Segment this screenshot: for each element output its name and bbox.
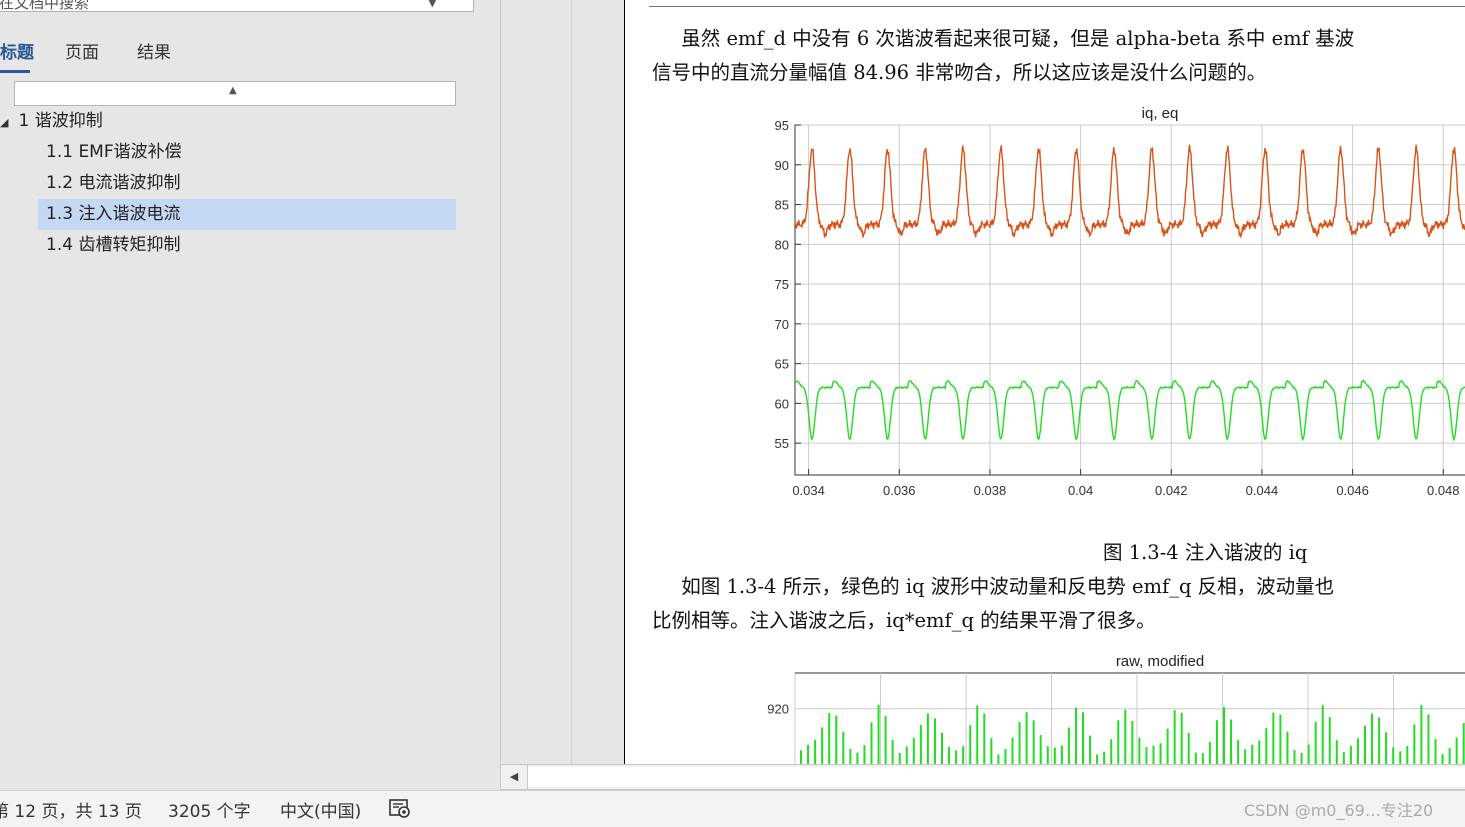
x-tick-label: 0.034	[792, 483, 825, 498]
y-tick-label: 65	[775, 357, 789, 372]
x-tick-label: 0.036	[883, 483, 916, 498]
raw-modified-chart: raw, modified920900	[767, 653, 1465, 764]
paragraph-line: 比例相等。注入谐波之后，iq*emf_q 的结果平滑了很多。	[652, 609, 1156, 632]
y-tick-label: 80	[775, 237, 789, 252]
watermark-text: CSDN @m0_69…专注20	[1244, 801, 1434, 820]
y-tick-label: 60	[775, 396, 789, 411]
tab-results[interactable]: 结果	[137, 38, 171, 63]
track-changes-icon[interactable]	[388, 796, 412, 820]
y-tick-label: 70	[775, 317, 789, 332]
y-tick-label: 95	[775, 118, 789, 133]
scrollbar-thumb[interactable]	[528, 767, 1465, 787]
word-count[interactable]: 3205 个字	[168, 797, 251, 822]
paragraph-1: 虽然 emf_d 中没有 6 次谐波看起来很可疑，但是 alpha-beta 系…	[652, 22, 1354, 90]
chart-title: iq, eq	[1142, 105, 1179, 122]
x-tick-label: 0.044	[1246, 483, 1279, 498]
status-bar: 第 12 页，共 13 页 3205 个字 中文(中国) CSDN @m0_69…	[0, 790, 1465, 827]
paragraph-2: 如图 1.3-4 所示，绿色的 iq 波形中波动量和反电势 emf_q 反相，波…	[652, 570, 1334, 638]
search-placeholder: 在文档中搜索	[0, 0, 90, 12]
x-tick-label: 0.046	[1336, 483, 1369, 498]
x-tick-label: 0.04	[1068, 483, 1093, 498]
toc-item-1-1[interactable]: 1.1 EMF谐波补偿	[46, 137, 182, 168]
expand-triangle-icon[interactable]: ◢	[0, 116, 8, 129]
page-count[interactable]: 第 12 页，共 13 页	[0, 797, 142, 822]
toc-item-1-3[interactable]: 1.3 注入谐波电流	[38, 199, 456, 230]
plot-area	[794, 124, 1465, 476]
search-input[interactable]: 在文档中搜索 ▼	[0, 0, 474, 12]
paragraph-line: 信号中的直流分量幅值 84.96 非常吻合，所以这应该是没什么问题的。	[652, 61, 1267, 84]
y-tick-label: 90	[775, 158, 789, 173]
page-rule	[649, 6, 1465, 7]
toc-item-1[interactable]: ◢ 1 谐波抑制	[0, 106, 103, 137]
toc-item-1-2[interactable]: 1.2 电流谐波抑制	[46, 168, 180, 199]
navigation-pane: 在文档中搜索 ▼ 标题 页面 结果 ▲ ◢ 1 谐波抑制 1.1 EMF谐波补偿 …	[0, 0, 501, 790]
page-gutter	[571, 0, 572, 764]
language-indicator[interactable]: 中文(中国)	[280, 797, 361, 822]
y-tick-label: 920	[767, 702, 789, 717]
horizontal-scrollbar[interactable]: ◀	[501, 764, 1465, 790]
x-tick-label: 0.038	[974, 483, 1007, 498]
x-tick-label: 0.048	[1427, 483, 1460, 498]
x-tick-label: 0.042	[1155, 483, 1188, 498]
iq-eq-chart: iq, eq 0.034 0.036 0.038 0.04 0.042 0.044 0.046…	[775, 105, 1465, 498]
active-tab-indicator	[0, 70, 30, 73]
collapse-up-icon[interactable]: ▲	[229, 85, 237, 96]
paragraph-line: 虽然 emf_d 中没有 6 次谐波看起来很可疑，但是 alpha-beta 系…	[652, 22, 1354, 56]
toc-item-1-4[interactable]: 1.4 齿槽转矩抑制	[46, 230, 180, 261]
tab-pages[interactable]: 页面	[65, 38, 99, 63]
document-area: 虽然 emf_d 中没有 6 次谐波看起来很可疑，但是 alpha-beta 系…	[501, 0, 1465, 764]
y-tick-label: 85	[775, 198, 789, 213]
chart-title: raw, modified	[1116, 653, 1204, 670]
toc-label: 1 谐波抑制	[18, 111, 103, 131]
collapse-all-bar[interactable]: ▲	[14, 81, 456, 106]
line-text: 虽然 emf_d 中没有 6 次谐波看起来很可疑，但是 alpha-beta 系…	[681, 27, 1355, 50]
paragraph-line: 如图 1.3-4 所示，绿色的 iq 波形中波动量和反电势 emf_q 反相，波…	[652, 570, 1334, 604]
scroll-left-icon[interactable]: ◀	[501, 765, 528, 789]
document-page[interactable]: 虽然 emf_d 中没有 6 次谐波看起来很可疑，但是 alpha-beta 系…	[624, 0, 1465, 764]
y-tick-label: 75	[775, 277, 789, 292]
figure-caption: 图 1.3-4 注入谐波的 iq	[1103, 541, 1308, 564]
y-tick-label: 55	[775, 436, 789, 451]
line-text: 如图 1.3-4 所示，绿色的 iq 波形中波动量和反电势 emf_q 反相，波…	[681, 575, 1335, 598]
search-options-icon[interactable]: ▼	[428, 0, 437, 13]
tab-headings[interactable]: 标题	[0, 38, 34, 63]
